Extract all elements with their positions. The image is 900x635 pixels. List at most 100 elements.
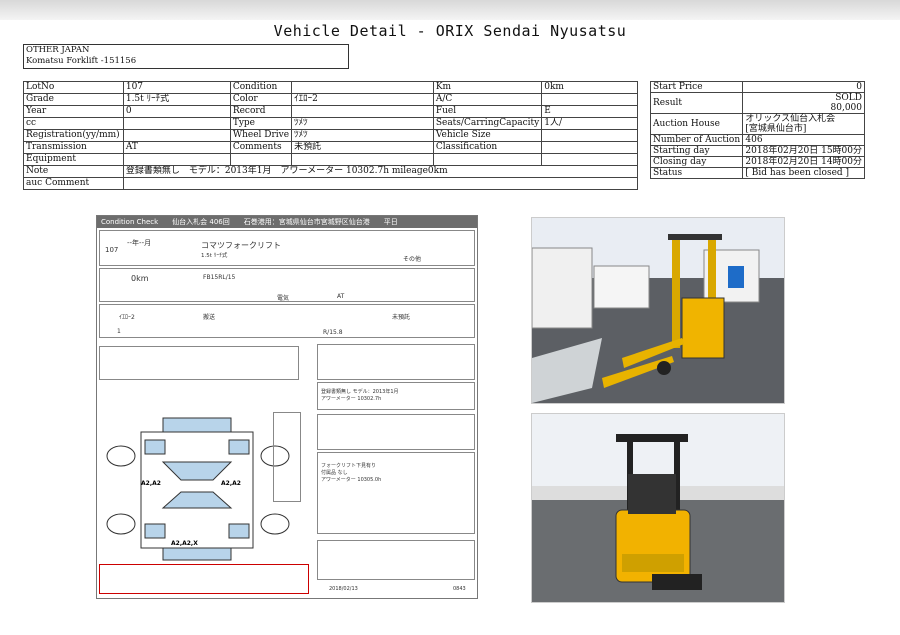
- spec-label: Comments: [229, 141, 293, 154]
- spec-label: LotNo: [23, 81, 124, 94]
- auction-row: Closing day 2018年02月20日 14時00分: [649, 156, 865, 168]
- spec-row: Year 0 Record Fuel E: [23, 105, 638, 118]
- spec-row: Registration(yy/mm) Wheel Drive ﾂﾒﾂ Vehicle…: [23, 129, 638, 142]
- spec-label: Type: [229, 117, 293, 130]
- top-toolbar: [0, 0, 900, 20]
- note-row: Note 登録書類無し モデル：2013年1月 アワーメーター 10302.7h…: [23, 165, 639, 178]
- sheet-color: ｲｴﾛｰ2: [119, 314, 135, 321]
- spec-label: cc: [23, 117, 124, 130]
- spec-label: Classification: [432, 141, 543, 154]
- sheet-header-auction: 仙台入札会 406回: [172, 218, 230, 226]
- auction-value: 2018年02月20日 14時00分: [742, 156, 865, 168]
- auction-row: Number of Auction 406: [649, 134, 865, 146]
- page-title: Vehicle Detail - ORIX Sendai Nyusatsu: [273, 22, 627, 40]
- auction-label: Starting day: [649, 145, 744, 157]
- auction-label: Status: [649, 167, 744, 179]
- spec-value: [541, 141, 638, 154]
- spec-label: Vehicle Size: [432, 129, 543, 142]
- auction-value: オリックス仙台入札会 [宮城県仙台市]: [742, 113, 865, 135]
- spec-value: [541, 153, 638, 166]
- sheet-model: FB15RL/15: [203, 274, 236, 281]
- auction-row: Auction House オリックス仙台入札会 [宮城県仙台市]: [649, 113, 865, 135]
- sheet-score: R/15.8: [323, 329, 343, 336]
- vehicle-photo-1: [531, 217, 785, 404]
- auction-value: 2018年02月20日 15時00分: [742, 145, 865, 157]
- spec-value: ﾂﾒﾂ: [291, 117, 434, 130]
- sheet-date: 2018/02/13: [329, 586, 358, 592]
- sheet-km: 0km: [131, 274, 149, 283]
- auction-label: Result: [649, 92, 744, 114]
- sheet-remark-box: [317, 344, 475, 380]
- spec-value: [291, 153, 434, 166]
- sheet-page: 0843: [453, 586, 466, 592]
- auction-row: Start Price 0: [649, 81, 865, 93]
- sheet-score-table: [99, 564, 309, 594]
- auction-row: Status[ Bid has been closed ]: [649, 167, 865, 179]
- spec-label: Registration(yy/mm): [23, 129, 124, 142]
- auction-label: Auction House: [649, 113, 744, 135]
- sheet-chassis-note: 登録書類無し モデル：2013年1月 アワーメーター 10302.7h: [321, 389, 399, 402]
- spec-label: Record: [229, 105, 293, 118]
- spec-label: Color: [229, 93, 293, 106]
- spec-value: [291, 105, 434, 118]
- sheet-owner: 未預託: [392, 314, 411, 321]
- spec-label: A/C: [432, 93, 543, 106]
- damage-mark-rear: A2,A2,X: [171, 540, 198, 547]
- auc-comment-row: auc Comment: [23, 177, 639, 190]
- sheet-maker: コマツフォークリフト: [201, 241, 281, 250]
- spec-value: 107: [122, 81, 231, 94]
- sheet-header-day: 平日: [383, 218, 398, 226]
- condition-sheet: Condition Check 仙台入札会 406回 石巻港用：宮城県仙台市宮城…: [96, 215, 478, 599]
- sheet-seat: 1: [117, 328, 121, 335]
- vehicle-model: Komatsu Forklift -151156: [26, 56, 137, 66]
- spec-value: 1.5t ﾘｰﾁ式: [122, 93, 231, 106]
- spec-value: [291, 81, 434, 94]
- auction-value: [ Bid has been closed ]: [742, 167, 865, 179]
- car-diagram: A2,A2 A2,A2 A2,A2,X: [106, 417, 290, 561]
- sheet-grade: 1.5t ﾘｰﾁ式: [201, 253, 228, 259]
- spec-label: Seats/CarringCapacity: [432, 117, 543, 130]
- spec-value: AT: [122, 141, 231, 154]
- spec-label: Fuel: [432, 105, 543, 118]
- auction-row: Starting day 2018年02月20日 15時00分: [649, 145, 865, 157]
- spec-label: Transmission: [23, 141, 124, 154]
- spec-value: 1人/: [541, 117, 638, 130]
- spec-value: 未預託: [291, 141, 434, 154]
- auction-label: Closing day: [649, 156, 744, 168]
- spec-value: ﾂﾒﾂ: [291, 129, 434, 142]
- spec-row: Grade 1.5t ﾘｰﾁ式 Color ｲｴﾛｰ2 A/C: [23, 93, 638, 106]
- auction-value: 0: [742, 81, 865, 93]
- spec-value: 0km: [541, 81, 638, 94]
- spec-value: [122, 153, 231, 166]
- auction-label: Start Price: [649, 81, 744, 93]
- sheet-header-location: 石巻港用：宮城県仙台市宮城野区仙台港: [243, 218, 370, 226]
- sheet-bottom-box: [317, 540, 475, 580]
- spec-label: Equipment: [23, 153, 124, 166]
- auction-value: SOLD 80,000: [742, 92, 865, 114]
- auction-row: Result SOLD 80,000: [649, 92, 865, 114]
- sheet-lot: 107: [105, 246, 119, 254]
- spec-label: Condition: [229, 81, 293, 94]
- note-value: 登録書類無し モデル：2013年1月 アワーメーター 10302.7h mile…: [122, 165, 639, 178]
- damage-mark-left: A2,A2: [141, 480, 161, 487]
- spec-label: [432, 153, 543, 166]
- spec-row: Equipment: [23, 153, 638, 166]
- spec-value: [541, 93, 638, 106]
- sheet-other: その他: [403, 256, 422, 263]
- vehicle-photo-2: [531, 413, 785, 603]
- sheet-fuel: 電気: [277, 295, 290, 302]
- spec-value: 0: [122, 105, 231, 118]
- spec-label: Wheel Drive: [229, 129, 293, 142]
- auc-comment-label: auc Comment: [23, 177, 124, 190]
- sheet-equip-grid: [99, 346, 299, 380]
- spec-label: Grade: [23, 93, 124, 106]
- sheet-header-title: Condition Check: [101, 218, 159, 226]
- sheet-mission: AT: [337, 293, 345, 300]
- spec-label: Year: [23, 105, 124, 118]
- auction-label: Number of Auction: [649, 134, 744, 146]
- sheet-color-box: [99, 304, 475, 338]
- sheet-dispatch: 搬送: [203, 314, 216, 321]
- sheet-side-box: [273, 412, 301, 502]
- spec-row: cc Type ﾂﾒﾂ Seats/CarringCapacity 1人/: [23, 117, 638, 130]
- spec-label: Km: [432, 81, 543, 94]
